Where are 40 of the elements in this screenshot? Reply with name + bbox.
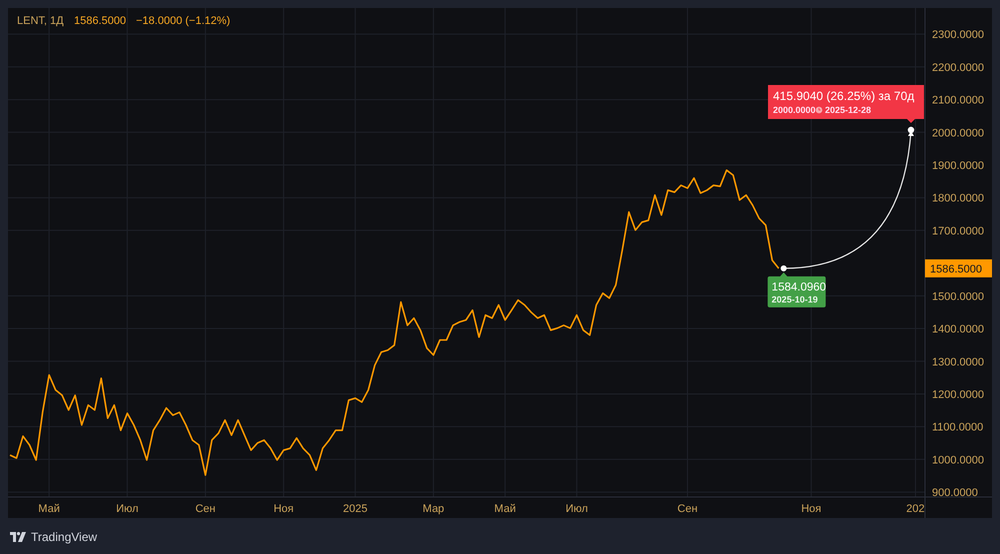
y-axis-label: 2000.0000 <box>932 127 984 140</box>
y-axis-label: 1800.0000 <box>932 192 984 205</box>
brand-name: TradingView <box>31 530 98 544</box>
y-axis-label: 1500.0000 <box>932 290 984 303</box>
target-date: 2025-12-28 <box>825 105 872 115</box>
start-point <box>780 265 787 272</box>
y-axis-label: 1700.0000 <box>932 225 984 238</box>
x-axis-label: Ноя <box>274 503 294 515</box>
y-axis-label: 2300.0000 <box>932 29 984 42</box>
y-axis-label: 1100.0000 <box>932 422 984 434</box>
x-axis-label: Мар <box>422 503 444 515</box>
pin-icon <box>908 126 914 136</box>
x-axis-label: Сен <box>677 503 698 515</box>
price-tag: 1586.5000 <box>925 259 992 278</box>
y-axis-label: 1300.0000 <box>932 356 984 368</box>
price-change: −18.0000 (−1.12%) <box>136 15 230 27</box>
clock-icon <box>816 106 822 114</box>
x-axis-label: Май <box>494 503 516 515</box>
x-axis-label: Ноя <box>801 503 822 515</box>
x-axis-label: Июл <box>566 503 588 515</box>
y-axis-label: 2200.0000 <box>932 62 984 74</box>
logo-icon <box>10 532 26 542</box>
y-axis-label: 900.0000 <box>932 487 978 500</box>
y-axis-label: 1200.0000 <box>932 388 984 401</box>
start-date: 2025-10-19 <box>772 294 818 304</box>
x-axis-label: Сен <box>195 503 216 515</box>
x-axis-label: Июл <box>116 503 138 515</box>
x-axis-label: Май <box>38 503 60 515</box>
chart-symbol: LENT, 1Д <box>17 15 64 27</box>
target-price: 2000.0000 <box>773 105 816 115</box>
x-axis-label: 2025 <box>343 503 368 515</box>
target-change: 415.9040 (26.25%) за 70д <box>773 89 914 103</box>
start-callout <box>768 272 826 308</box>
start-price: 1584.0960 <box>772 281 826 294</box>
y-axis-label: 1900.0000 <box>932 160 984 172</box>
last-price: 1586.5000 <box>74 15 126 27</box>
y-axis-label: 1400.0000 <box>932 324 984 336</box>
y-axis-label: 1000.0000 <box>932 454 984 466</box>
y-axis-label: 2100.0000 <box>932 94 984 107</box>
x-axis-label: 202 <box>906 503 925 515</box>
